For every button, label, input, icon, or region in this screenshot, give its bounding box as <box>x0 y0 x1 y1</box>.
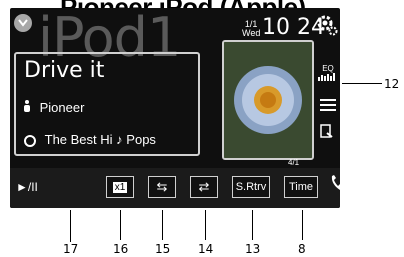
note-icon: ♪ <box>116 132 123 147</box>
eq-button[interactable]: EQ <box>318 64 338 83</box>
repeat-icon: ⇆ <box>156 179 168 194</box>
track-title: Drive it <box>24 58 105 83</box>
collapse-button[interactable] <box>14 14 32 32</box>
track-info-panel[interactable]: Drive it Pioneer The Best Hi ♪ Pops <box>14 52 200 156</box>
gear-icon <box>317 15 338 36</box>
callout-12: 12 <box>384 77 400 91</box>
chevron-down-icon <box>18 19 28 27</box>
leader-13 <box>252 210 253 240</box>
link-search-button[interactable] <box>320 124 334 143</box>
track-count: 4/1 <box>288 158 300 167</box>
list-button[interactable] <box>320 98 336 117</box>
equalizer-icon <box>318 73 335 81</box>
album-artwork[interactable] <box>222 40 314 160</box>
leader-14 <box>205 210 206 240</box>
head-unit-screen: iPod1 1/1 Wed 10 24 Drive it Pioneer The… <box>10 8 340 208</box>
callout-14: 14 <box>198 242 214 256</box>
phone-icon <box>331 175 340 190</box>
callout-17: 17 <box>63 242 79 256</box>
shuffle-icon: ⇄ <box>198 179 210 194</box>
settings-button[interactable] <box>316 14 338 41</box>
genre-name: Pops <box>126 132 156 147</box>
shuffle-button[interactable]: ⇄ <box>190 176 218 198</box>
time-label: Time <box>288 181 314 193</box>
srtrv-label: S.Rtrv <box>235 181 267 193</box>
speed-button[interactable]: x1 <box>106 176 134 198</box>
leader-15 <box>162 210 163 240</box>
person-icon <box>24 100 30 112</box>
disc-icon <box>24 134 36 147</box>
flower-artwork-image <box>224 42 312 158</box>
speed-label: x1 <box>112 181 128 193</box>
artist-name: Pioneer <box>39 100 85 115</box>
phone-button[interactable] <box>330 174 340 197</box>
album-row: The Best Hi ♪ Pops <box>24 132 156 147</box>
date-display: 1/1 Wed <box>242 20 260 38</box>
callout-13: 13 <box>245 242 261 256</box>
list-icon <box>320 99 336 111</box>
leader-12 <box>342 83 382 84</box>
eq-label: EQ <box>322 64 334 73</box>
leader-8 <box>302 210 303 240</box>
srtrv-button[interactable]: S.Rtrv <box>232 176 270 198</box>
callout-15: 15 <box>155 242 171 256</box>
play-pause-button[interactable]: ►/II <box>16 180 38 194</box>
day-value: Wed <box>242 28 261 38</box>
callout-16: 16 <box>113 242 129 256</box>
callout-8: 8 <box>298 242 306 256</box>
search-link-icon <box>320 124 333 138</box>
repeat-button[interactable]: ⇆ <box>148 176 176 198</box>
leader-17 <box>70 210 71 242</box>
leader-16 <box>120 210 121 240</box>
album-name: The Best Hi <box>44 132 113 147</box>
time-button[interactable]: Time <box>284 176 318 198</box>
artist-row: Pioneer <box>24 100 84 115</box>
